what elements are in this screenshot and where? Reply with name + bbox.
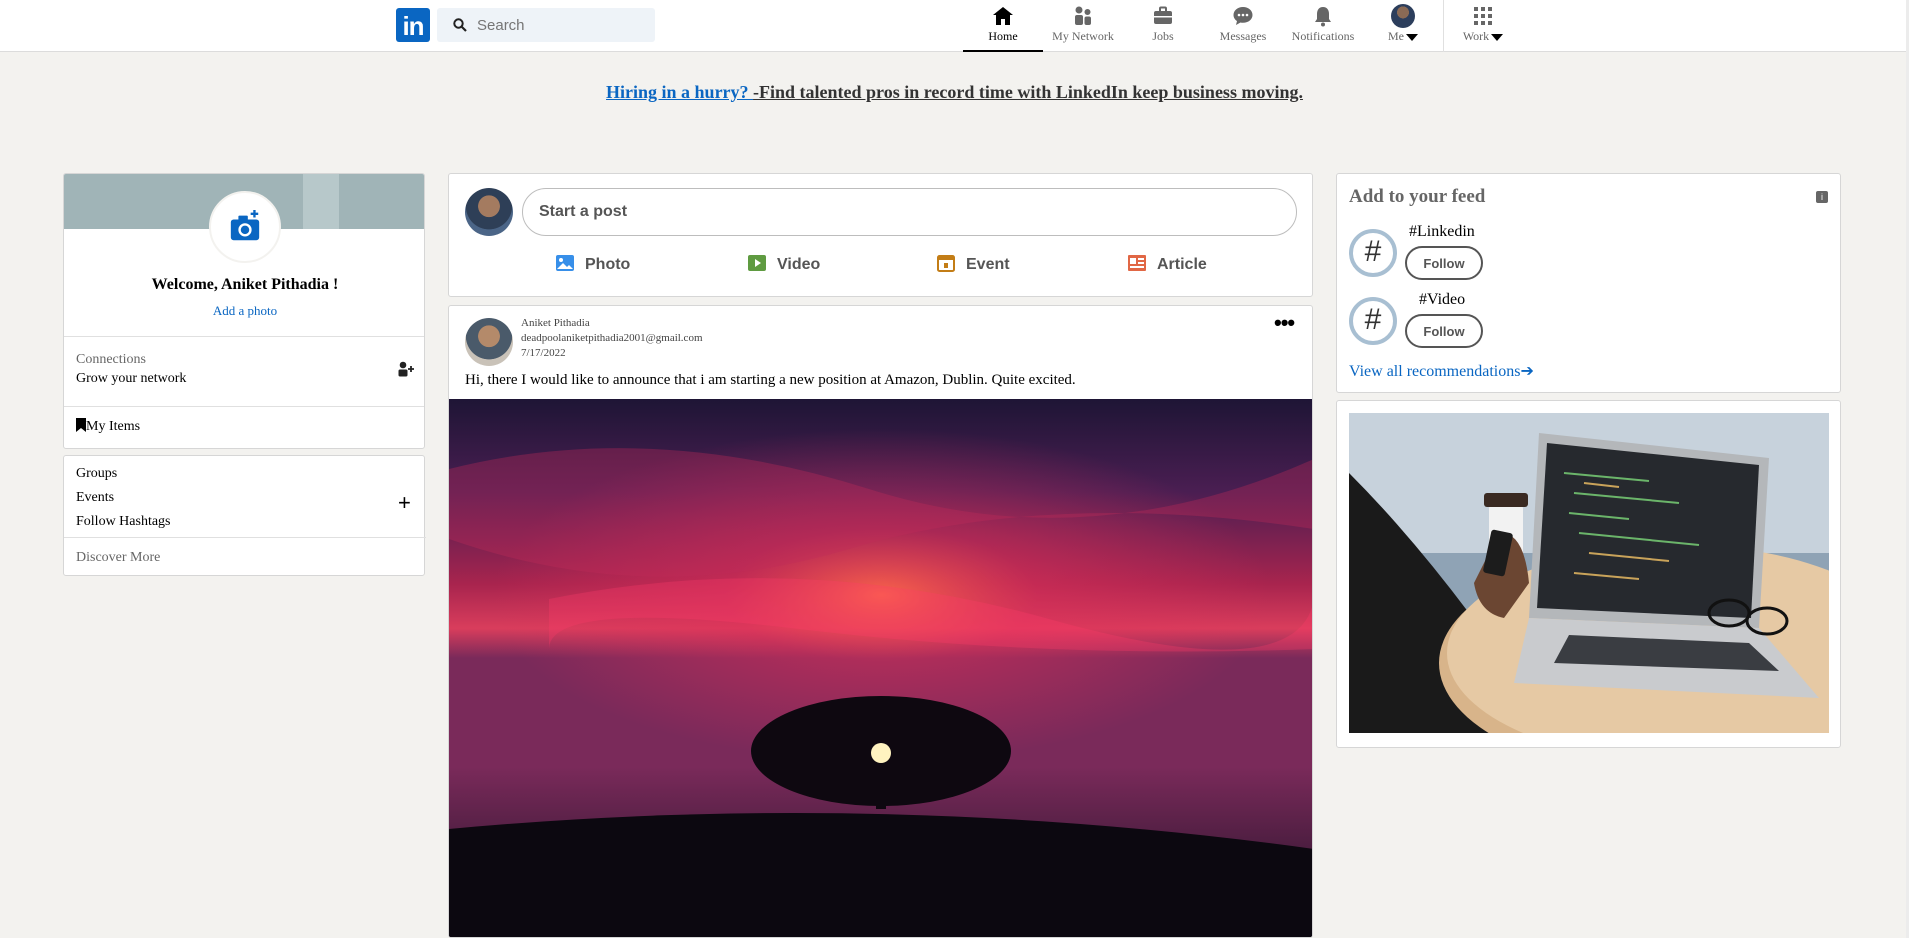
nav-me-label: Me <box>1388 29 1404 43</box>
bell-icon <box>1315 7 1331 27</box>
camera-icon <box>230 210 260 241</box>
messages-icon <box>1233 7 1253 25</box>
post-image[interactable] <box>449 399 1312 937</box>
welcome-text: Welcome, Aniket Pithadia ! <box>151 276 339 293</box>
home-icon <box>993 7 1013 25</box>
linkedin-logo[interactable]: in <box>396 8 430 42</box>
hashtag-icon: # <box>1349 297 1397 345</box>
more-options-icon[interactable]: ••• <box>1274 310 1295 336</box>
add-photo-link[interactable]: Add a photo <box>64 303 424 319</box>
nav-home-label: Home <box>988 29 1018 43</box>
hashtag-icon: # <box>1349 229 1397 277</box>
follow-button[interactable]: Follow <box>1405 314 1483 348</box>
info-icon[interactable]: i <box>1816 191 1828 203</box>
connections-label[interactable]: Connections <box>76 352 146 368</box>
post-text: Hi, there I would like to announce that … <box>465 372 1076 388</box>
nav-jobs[interactable]: Jobs <box>1123 4 1203 52</box>
nav-notifications-label: Notifications <box>1291 29 1355 43</box>
divider <box>64 537 426 538</box>
top-navbar: in Home My Network Jobs Messages Notific… <box>0 0 1909 52</box>
post-date: 7/17/2022 <box>521 347 566 359</box>
events-link[interactable]: Events <box>76 490 114 506</box>
nav-work[interactable]: Work <box>1443 4 1523 52</box>
follow-hashtags-link[interactable]: Follow Hashtags <box>76 514 171 530</box>
profile-photo-placeholder[interactable] <box>209 191 281 263</box>
hiring-banner-text[interactable]: -Find talented pros in record time with … <box>753 82 1303 102</box>
nav-work-text: Work <box>1443 29 1523 44</box>
ad-card <box>1336 400 1841 748</box>
follow-button[interactable]: Follow <box>1405 246 1483 280</box>
view-all-recommendations-link[interactable]: View all recommendations➔ <box>1349 361 1534 381</box>
add-to-feed-card: Add to your feed i # #Linkedin Follow # … <box>1336 173 1841 393</box>
caret-down-icon <box>1491 33 1504 41</box>
divider <box>64 336 424 337</box>
photo-icon <box>556 255 574 271</box>
search-box[interactable] <box>437 8 655 42</box>
nav-me-text: Me <box>1363 29 1443 44</box>
video-button[interactable]: Video <box>747 254 820 278</box>
divider <box>64 406 424 407</box>
hashtag-name[interactable]: #Video <box>1419 291 1465 309</box>
search-icon <box>453 18 467 32</box>
nav-jobs-label: Jobs <box>1152 29 1174 43</box>
discover-more-link[interactable]: Discover More <box>76 550 160 566</box>
nav-messages-label: Messages <box>1219 29 1267 43</box>
article-label: Article <box>1157 256 1207 273</box>
nav-notifications[interactable]: Notifications <box>1283 4 1363 52</box>
hiring-link[interactable]: Hiring in a hurry? <box>606 82 753 102</box>
avatar <box>1391 4 1415 28</box>
feed-title: Add to your feed <box>1349 186 1486 207</box>
nav-messages[interactable]: Messages <box>1203 4 1283 52</box>
video-label: Video <box>777 256 821 273</box>
my-items-label: My Items <box>86 419 141 434</box>
briefcase-icon <box>1154 6 1172 24</box>
laptop-cafe-image <box>1349 413 1829 733</box>
avatar[interactable] <box>465 188 513 236</box>
avatar[interactable] <box>465 318 513 366</box>
post-author-email: deadpoolaniketpithadia2001@gmail.com <box>521 332 703 344</box>
profile-card: Welcome, Aniket Pithadia ! Add a photo C… <box>63 173 425 449</box>
nav-my-network-label: My Network <box>1052 29 1114 43</box>
search-input[interactable] <box>477 15 647 35</box>
feed-post: Aniket Pithadia deadpoolaniketpithadia20… <box>448 305 1313 938</box>
grow-network-text[interactable]: Grow your network <box>76 371 186 387</box>
event-label: Event <box>966 256 1010 273</box>
calendar-icon <box>937 255 955 272</box>
add-person-icon[interactable] <box>397 361 415 377</box>
nav-work-label: Work <box>1462 29 1490 43</box>
video-icon <box>748 255 766 271</box>
article-button[interactable]: Article <box>1127 254 1207 278</box>
caret-down-icon <box>1406 33 1418 41</box>
nav-me[interactable]: Me <box>1363 4 1443 52</box>
nav-home[interactable]: Home <box>963 4 1043 52</box>
hiring-banner: Hiring in a hurry? -Find talented pros i… <box>0 82 1909 103</box>
groups-link[interactable]: Groups <box>76 466 117 482</box>
view-all-label: View all recommendations <box>1349 363 1521 380</box>
event-button[interactable]: Event <box>936 254 1010 278</box>
grid-icon <box>1474 7 1492 25</box>
shortcuts-card: Groups Events + Follow Hashtags Discover… <box>63 455 426 576</box>
hashtag-name[interactable]: #Linkedin <box>1409 223 1475 241</box>
start-post-input[interactable]: Start a post <box>522 188 1297 236</box>
nav-my-network[interactable]: My Network <box>1043 4 1123 52</box>
photo-button[interactable]: Photo <box>555 254 630 278</box>
article-icon <box>1128 255 1146 271</box>
add-event-icon[interactable]: + <box>398 490 411 516</box>
sunset-tree-image <box>449 399 1312 937</box>
my-items-link[interactable]: My Items <box>76 418 140 435</box>
post-composer: Start a post Photo Video Event Article <box>448 173 1313 297</box>
post-author-name[interactable]: Aniket Pithadia <box>521 317 590 329</box>
network-icon <box>1075 6 1091 25</box>
arrow-right-icon: ➔ <box>1520 363 1534 380</box>
ad-image[interactable] <box>1349 413 1829 733</box>
photo-label: Photo <box>585 256 631 273</box>
bookmark-icon <box>76 418 86 432</box>
